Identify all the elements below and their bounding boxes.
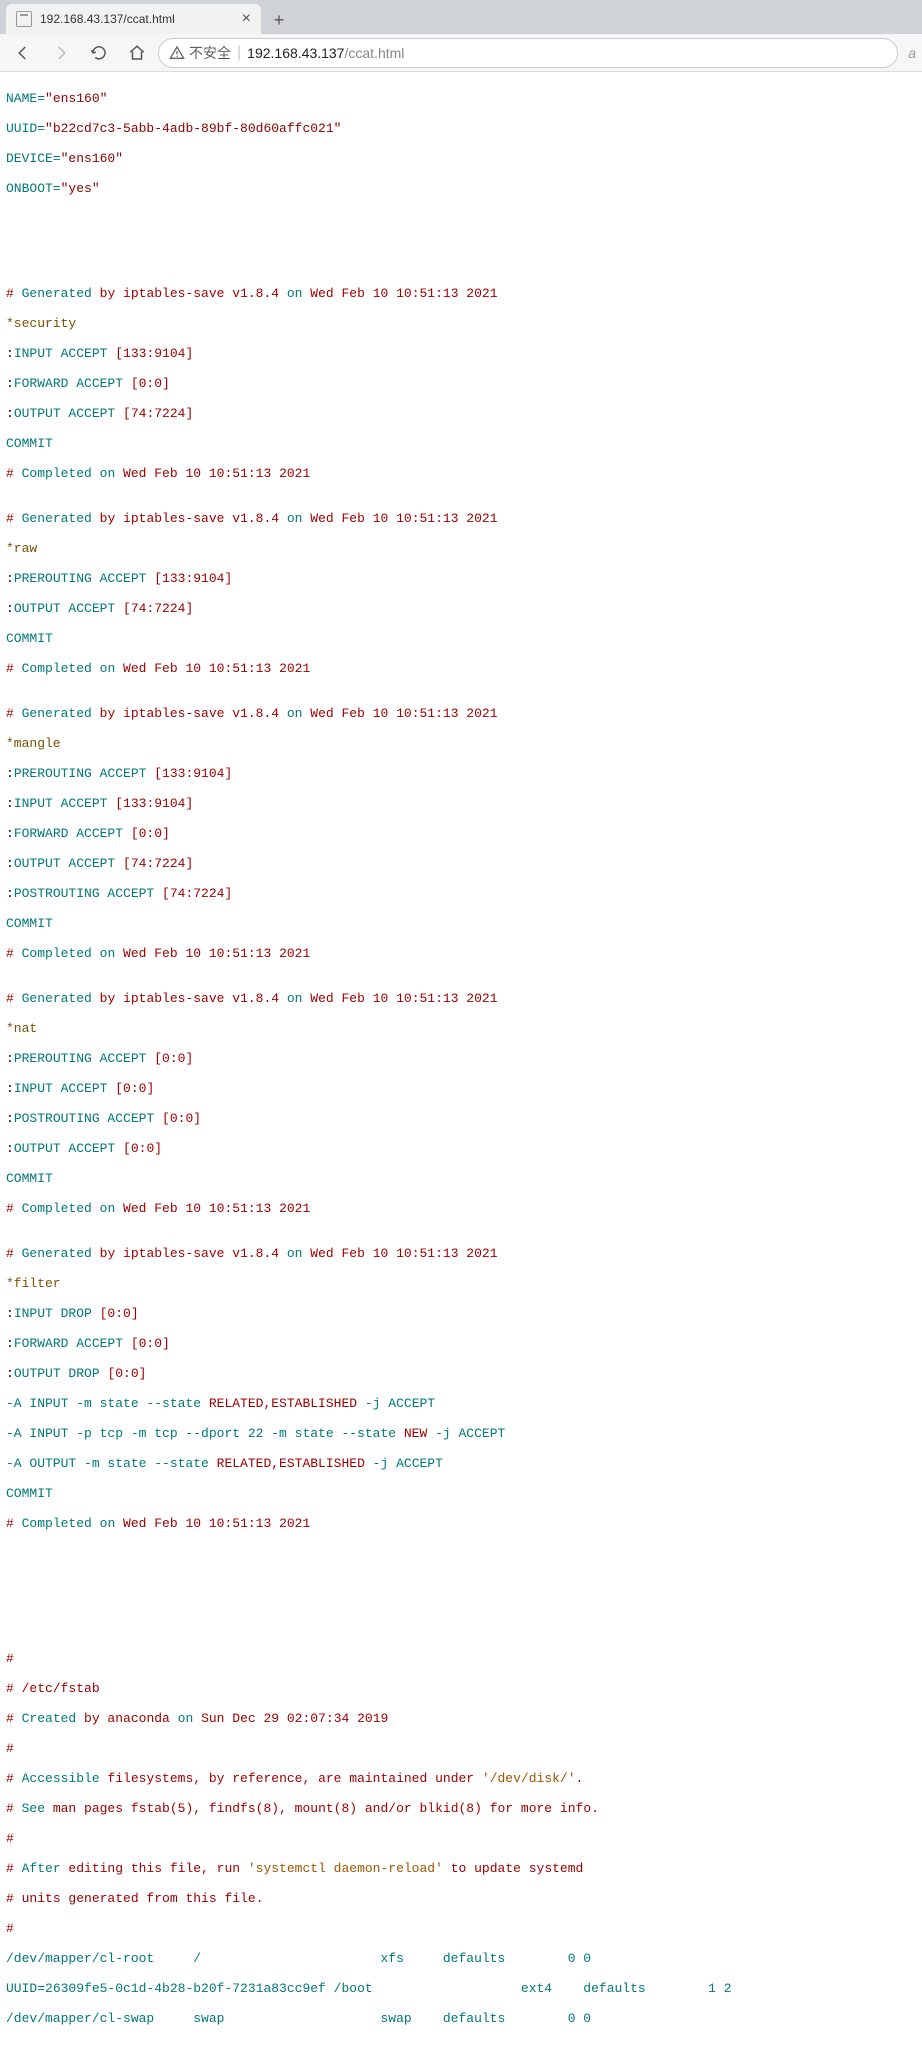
code-line: # Completed on Wed Feb 10 10:51:13 2021 bbox=[6, 1516, 916, 1531]
address-separator: | bbox=[237, 44, 241, 62]
page-content: NAME="ens160" UUID="b22cd7c3-5abb-4adb-8… bbox=[0, 72, 922, 2045]
reader-icon[interactable]: a bbox=[908, 45, 916, 61]
code-line: :OUTPUT ACCEPT [74:7224] bbox=[6, 601, 916, 616]
new-tab-button[interactable]: + bbox=[265, 6, 293, 34]
code-line: :OUTPUT DROP [0:0] bbox=[6, 1366, 916, 1381]
code-line: DEVICE="ens160" bbox=[6, 151, 916, 166]
code-line: :FORWARD ACCEPT [0:0] bbox=[6, 1336, 916, 1351]
code-line: COMMIT bbox=[6, 916, 916, 931]
page-favicon bbox=[16, 11, 32, 27]
code-line: :PREROUTING ACCEPT [133:9104] bbox=[6, 766, 916, 781]
address-bar[interactable]: 不安全 | 192.168.43.137/ccat.html bbox=[158, 38, 898, 68]
code-line: :POSTROUTING ACCEPT [74:7224] bbox=[6, 886, 916, 901]
code-line: :INPUT ACCEPT [133:9104] bbox=[6, 796, 916, 811]
code-line: :PREROUTING ACCEPT [0:0] bbox=[6, 1051, 916, 1066]
code-line: # Generated by iptables-save v1.8.4 on W… bbox=[6, 286, 916, 301]
code-line: # bbox=[6, 1831, 916, 1846]
code-line: :OUTPUT ACCEPT [74:7224] bbox=[6, 856, 916, 871]
tab-title: 192.168.43.137/ccat.html bbox=[40, 12, 234, 26]
code-line: # bbox=[6, 1651, 916, 1666]
code-line: UUID=26309fe5-0c1d-4b28-b20f-7231a83cc9e… bbox=[6, 1981, 916, 1996]
code-line: # units generated from this file. bbox=[6, 1891, 916, 1906]
code-line: # Completed on Wed Feb 10 10:51:13 2021 bbox=[6, 1201, 916, 1216]
code-line: *security bbox=[6, 316, 916, 331]
home-button[interactable] bbox=[120, 37, 154, 69]
code-line: *nat bbox=[6, 1021, 916, 1036]
code-line: # Accessible filesystems, by reference, … bbox=[6, 1771, 916, 1786]
warning-icon bbox=[169, 45, 185, 61]
back-button[interactable] bbox=[6, 37, 40, 69]
close-icon[interactable]: × bbox=[242, 11, 251, 27]
code-line: # Generated by iptables-save v1.8.4 on W… bbox=[6, 991, 916, 1006]
code-line: # Generated by iptables-save v1.8.4 on W… bbox=[6, 511, 916, 526]
code-line: ONBOOT="yes" bbox=[6, 181, 916, 196]
code-line: :INPUT ACCEPT [0:0] bbox=[6, 1081, 916, 1096]
insecure-indicator[interactable]: 不安全 bbox=[169, 43, 231, 63]
code-line: :OUTPUT ACCEPT [74:7224] bbox=[6, 406, 916, 421]
code-line: # Generated by iptables-save v1.8.4 on W… bbox=[6, 1246, 916, 1261]
code-line: :FORWARD ACCEPT [0:0] bbox=[6, 826, 916, 841]
arrow-right-icon bbox=[52, 44, 70, 62]
reload-button[interactable] bbox=[82, 37, 116, 69]
code-line: # bbox=[6, 1741, 916, 1756]
code-line: COMMIT bbox=[6, 436, 916, 451]
browser-tab-bar: 192.168.43.137/ccat.html × + bbox=[0, 0, 922, 34]
code-line: # Completed on Wed Feb 10 10:51:13 2021 bbox=[6, 661, 916, 676]
code-line: *raw bbox=[6, 541, 916, 556]
blank-line bbox=[6, 1546, 916, 1561]
code-line: # /etc/fstab bbox=[6, 1681, 916, 1696]
reload-icon bbox=[90, 44, 108, 62]
arrow-left-icon bbox=[14, 44, 32, 62]
home-icon bbox=[128, 44, 146, 62]
blank-line bbox=[6, 241, 916, 256]
blank-line bbox=[6, 1576, 916, 1591]
code-line: -A INPUT -m state --state RELATED,ESTABL… bbox=[6, 1396, 916, 1411]
code-line: /dev/mapper/cl-swap swap swap defaults 0… bbox=[6, 2011, 916, 2026]
code-line: :INPUT DROP [0:0] bbox=[6, 1306, 916, 1321]
code-line: :INPUT ACCEPT [133:9104] bbox=[6, 346, 916, 361]
code-line: UUID="b22cd7c3-5abb-4adb-89bf-80d60affc0… bbox=[6, 121, 916, 136]
code-line: COMMIT bbox=[6, 1171, 916, 1186]
code-line: # See man pages fstab(5), findfs(8), mou… bbox=[6, 1801, 916, 1816]
code-line: /dev/mapper/cl-root / xfs defaults 0 0 bbox=[6, 1951, 916, 1966]
code-line: # Completed on Wed Feb 10 10:51:13 2021 bbox=[6, 466, 916, 481]
code-line: :POSTROUTING ACCEPT [0:0] bbox=[6, 1111, 916, 1126]
browser-toolbar: 不安全 | 192.168.43.137/ccat.html a bbox=[0, 34, 922, 72]
url-path: /ccat.html bbox=[344, 45, 404, 61]
code-line: COMMIT bbox=[6, 1486, 916, 1501]
code-line: # After editing this file, run 'systemct… bbox=[6, 1861, 916, 1876]
code-line: # Completed on Wed Feb 10 10:51:13 2021 bbox=[6, 946, 916, 961]
address-url: 192.168.43.137/ccat.html bbox=[247, 45, 404, 61]
code-line: # bbox=[6, 1921, 916, 1936]
code-line: -A OUTPUT -m state --state RELATED,ESTAB… bbox=[6, 1456, 916, 1471]
code-line: *mangle bbox=[6, 736, 916, 751]
code-line: COMMIT bbox=[6, 631, 916, 646]
code-line: :PREROUTING ACCEPT [133:9104] bbox=[6, 571, 916, 586]
code-line: NAME="ens160" bbox=[6, 91, 916, 106]
code-line: :FORWARD ACCEPT [0:0] bbox=[6, 376, 916, 391]
insecure-label: 不安全 bbox=[189, 43, 231, 63]
blank-line bbox=[6, 211, 916, 226]
forward-button[interactable] bbox=[44, 37, 78, 69]
url-host: 192.168.43.137 bbox=[247, 45, 344, 61]
code-line: :OUTPUT ACCEPT [0:0] bbox=[6, 1141, 916, 1156]
blank-line bbox=[6, 1606, 916, 1621]
code-line: # Created by anaconda on Sun Dec 29 02:0… bbox=[6, 1711, 916, 1726]
code-line: *filter bbox=[6, 1276, 916, 1291]
code-line: # Generated by iptables-save v1.8.4 on W… bbox=[6, 706, 916, 721]
browser-tab-active[interactable]: 192.168.43.137/ccat.html × bbox=[6, 4, 261, 34]
code-line: -A INPUT -p tcp -m tcp --dport 22 -m sta… bbox=[6, 1426, 916, 1441]
